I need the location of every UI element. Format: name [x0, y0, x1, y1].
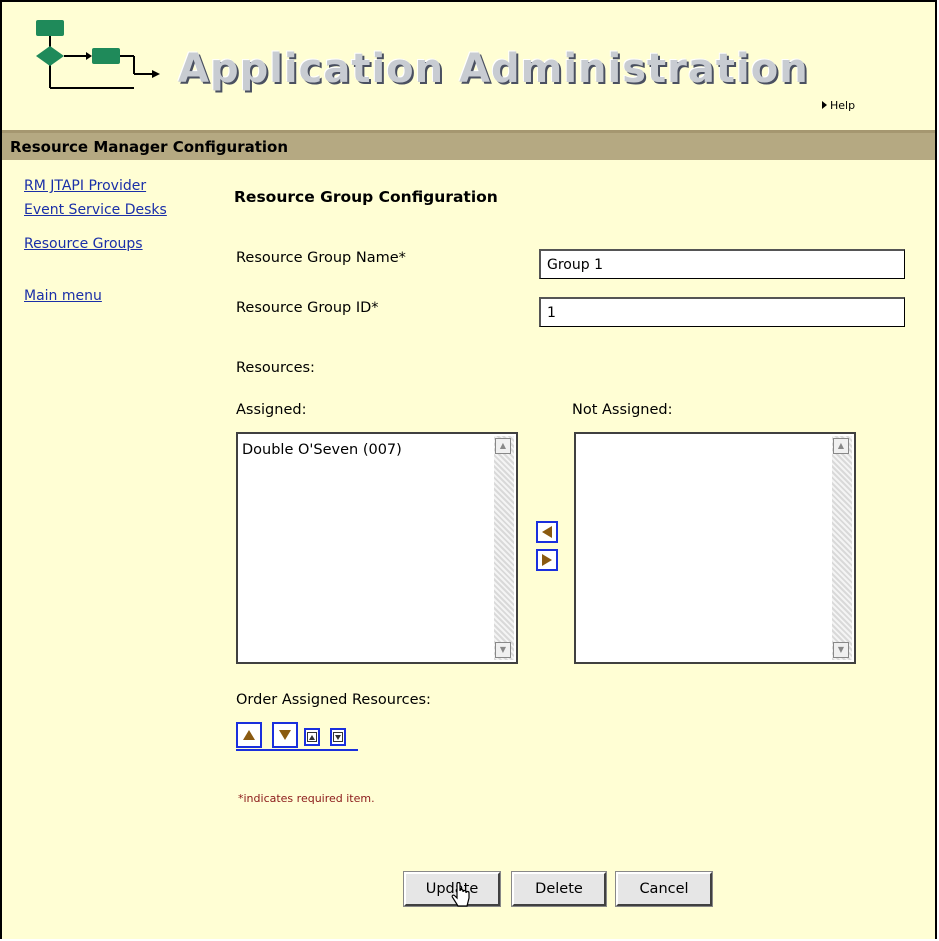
nav-rm-jtapi-provider[interactable]: RM JTAPI Provider	[24, 178, 146, 194]
help-link[interactable]: Help	[822, 99, 855, 112]
help-arrow-icon	[822, 101, 827, 109]
group-id-field[interactable]	[539, 297, 905, 327]
app-title: Application Administration	[178, 46, 809, 92]
order-label: Order Assigned Resources:	[236, 692, 431, 708]
move-up-button[interactable]	[236, 722, 262, 748]
cancel-button[interactable]: Cancel	[615, 871, 713, 907]
move-top-button[interactable]	[304, 728, 320, 746]
help-label: Help	[830, 99, 856, 112]
order-link-underline	[236, 749, 358, 751]
move-top-icon	[307, 732, 317, 742]
move-bottom-button[interactable]	[330, 728, 346, 746]
move-bottom-icon	[333, 732, 343, 742]
group-name-field[interactable]	[539, 249, 905, 279]
move-down-button[interactable]	[272, 722, 298, 748]
not-assigned-label: Not Assigned:	[572, 402, 673, 418]
move-left-button[interactable]	[536, 521, 558, 543]
scroll-down-icon[interactable]: ▼	[833, 642, 849, 658]
assigned-scrollbar[interactable]: ▲ ▼	[494, 436, 514, 660]
header: Application Administration Help	[2, 2, 935, 130]
nav-event-service-desks[interactable]: Event Service Desks	[24, 202, 209, 218]
assigned-list-item[interactable]: Double O'Seven (007)	[242, 442, 402, 458]
hand-cursor-icon	[451, 882, 470, 907]
nav-main-menu[interactable]: Main menu	[24, 288, 102, 304]
scroll-up-icon[interactable]: ▲	[833, 438, 849, 454]
assigned-listbox[interactable]: Double O'Seven (007) ▲ ▼	[236, 432, 518, 664]
arrow-right-icon	[542, 554, 552, 566]
section-title: Resource Manager Configuration	[10, 138, 289, 156]
nav-resource-groups[interactable]: Resource Groups	[24, 236, 143, 252]
arrow-left-icon	[542, 526, 552, 538]
arrow-up-icon	[243, 730, 255, 740]
page-frame: Application Administration Help Resource…	[0, 0, 937, 939]
section-bar: Resource Manager Configuration	[2, 130, 935, 160]
workflow-diagram-icon	[36, 20, 160, 89]
not-assigned-listbox[interactable]: ▲ ▼	[574, 432, 856, 664]
delete-button[interactable]: Delete	[511, 871, 607, 907]
scroll-up-icon[interactable]: ▲	[495, 438, 511, 454]
scroll-down-icon[interactable]: ▼	[495, 642, 511, 658]
required-note: *indicates required item.	[238, 792, 375, 805]
group-name-label: Resource Group Name*	[236, 250, 406, 266]
assigned-label: Assigned:	[236, 402, 307, 418]
arrow-down-icon	[279, 730, 291, 740]
not-assigned-scrollbar[interactable]: ▲ ▼	[832, 436, 852, 660]
resources-label: Resources:	[236, 360, 315, 376]
move-right-button[interactable]	[536, 549, 558, 571]
form-title: Resource Group Configuration	[234, 188, 498, 206]
group-id-label: Resource Group ID*	[236, 300, 379, 316]
